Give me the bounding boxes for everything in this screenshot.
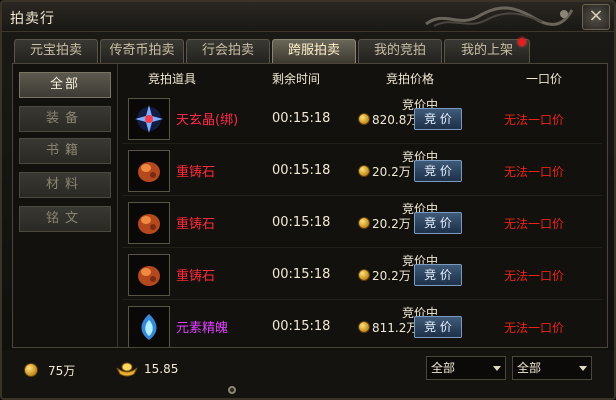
tab-legend-coin-auction[interactable]: 传奇币拍卖 <box>100 39 184 63</box>
bid-price: 20.2万 <box>372 217 411 231</box>
bid-price: 20.2万 <box>372 165 411 179</box>
bid-price: 820.8万 <box>372 113 419 127</box>
sidebar-item-materials[interactable]: 材料 <box>19 172 111 198</box>
resize-knob-icon <box>228 386 236 394</box>
category-sidebar: 全部 装备 书籍 材料 铭文 <box>17 68 113 345</box>
window-title: 拍卖行 <box>10 11 55 27</box>
table-row: 重铸石 00:15:18 竞价中 20.2万竞 价无法一口价 <box>122 250 602 300</box>
content-panel: 全部 装备 书籍 材料 铭文 竞拍道具 剩余时间 竞拍价格 一口价 天玄晶(绑)… <box>12 63 608 348</box>
table-row: 重铸石 00:15:18 竞价中 20.2万竞 价无法一口价 <box>122 146 602 196</box>
tab-my-bids[interactable]: 我的竞拍 <box>358 39 442 63</box>
tab-cross-server-auction[interactable]: 跨服拍卖 <box>272 39 356 63</box>
bid-button[interactable]: 竞 价 <box>414 160 462 182</box>
dragon-ornament-icon <box>425 6 574 27</box>
item-name: 元素精魄 <box>176 321 229 336</box>
item-name: 重铸石 <box>176 217 216 232</box>
title-bar: 拍卖行 × <box>2 2 614 32</box>
bid-price: 20.2万 <box>372 269 411 283</box>
gold-ingot-icon <box>116 362 138 377</box>
buyout-status: 无法一口价 <box>504 165 565 179</box>
item-name: 重铸石 <box>176 269 216 284</box>
sidebar-item-all[interactable]: 全部 <box>19 72 111 98</box>
bid-button[interactable]: 竞 价 <box>414 264 462 286</box>
time-left: 00:15:18 <box>272 215 331 230</box>
item-name: 天玄晶(绑) <box>176 113 239 128</box>
time-left: 00:15:18 <box>272 267 331 282</box>
time-left: 00:15:18 <box>272 111 331 126</box>
item-slot[interactable] <box>128 254 170 296</box>
table-header: 竞拍道具 剩余时间 竞拍价格 一口价 <box>118 64 608 92</box>
gold-coin-icon <box>358 217 370 229</box>
header-time-left: 剩余时间 <box>272 72 321 86</box>
item-slot[interactable] <box>128 98 170 140</box>
filter-select-2[interactable]: 全部 <box>512 356 592 380</box>
footer-bar: 75万 15.85 全部 全部 <box>2 350 614 398</box>
item-slot[interactable] <box>128 202 170 244</box>
gold-coin-icon <box>358 113 370 125</box>
bid-button[interactable]: 竞 价 <box>414 316 462 338</box>
dropdown-arrow-icon <box>493 366 501 371</box>
table-row: 重铸石 00:15:18 竞价中 20.2万竞 价无法一口价 <box>122 198 602 248</box>
item-slot[interactable] <box>128 150 170 192</box>
header-item: 竞拍道具 <box>148 72 197 86</box>
auction-table: 竞拍道具 剩余时间 竞拍价格 一口价 天玄晶(绑) 00:15:18 竞价中 820.… <box>117 64 607 347</box>
notification-dot-icon <box>518 38 526 46</box>
tab-yuanbao-auction[interactable]: 元宝拍卖 <box>14 39 98 63</box>
time-left: 00:15:18 <box>272 319 331 334</box>
bid-button[interactable]: 竞 价 <box>414 212 462 234</box>
table-row: 元素精魄 00:15:18 竞价中 811.2万竞 价无法一口价 <box>122 302 602 347</box>
tab-my-listings-label: 我的上架 <box>460 43 513 58</box>
close-button[interactable]: × <box>582 4 610 30</box>
sidebar-item-books[interactable]: 书籍 <box>19 138 111 164</box>
item-name: 重铸石 <box>176 165 216 180</box>
gold-balance: 75万 <box>48 364 76 378</box>
gold-coin-icon <box>358 269 370 281</box>
header-bid-price: 竞拍价格 <box>386 72 435 86</box>
buyout-status: 无法一口价 <box>504 217 565 231</box>
dropdown-arrow-icon <box>579 366 587 371</box>
tab-my-listings[interactable]: 我的上架 <box>444 38 530 63</box>
bid-button[interactable]: 竞 价 <box>414 108 462 130</box>
item-slot[interactable] <box>128 306 170 347</box>
auction-rows: 天玄晶(绑) 00:15:18 竞价中 820.8万竞 价无法一口价 重铸石 00:15:… <box>118 94 608 347</box>
gold-coin-icon <box>358 321 370 333</box>
gold-coin-icon <box>358 165 370 177</box>
buyout-status: 无法一口价 <box>504 321 565 335</box>
filter-select-2-value: 全部 <box>517 361 542 375</box>
buyout-status: 无法一口价 <box>504 113 565 127</box>
ingot-balance: 15.85 <box>144 362 179 376</box>
auction-window: 拍卖行 × 元宝拍卖 传奇币拍卖 行会拍卖 跨服拍卖 我的竞拍 我的上架 全部 … <box>0 0 616 400</box>
bid-price: 811.2万 <box>372 321 419 335</box>
buyout-status: 无法一口价 <box>504 269 565 283</box>
time-left: 00:15:18 <box>272 163 331 178</box>
tab-guild-auction[interactable]: 行会拍卖 <box>186 39 270 63</box>
sidebar-item-inscriptions[interactable]: 铭文 <box>19 206 111 232</box>
filter-select-1-value: 全部 <box>431 361 456 375</box>
sidebar-item-equipment[interactable]: 装备 <box>19 106 111 132</box>
table-row: 天玄晶(绑) 00:15:18 竞价中 820.8万竞 价无法一口价 <box>122 94 602 144</box>
header-buyout: 一口价 <box>526 72 563 86</box>
gold-coin-icon <box>24 363 38 377</box>
filter-select-1[interactable]: 全部 <box>426 356 506 380</box>
